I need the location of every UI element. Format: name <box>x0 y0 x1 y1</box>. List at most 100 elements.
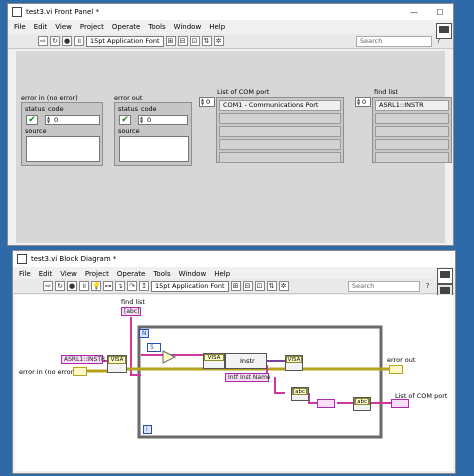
maximize-icon[interactable]: ☐ <box>427 4 453 20</box>
error-in-status-checkmark-icon[interactable]: ✔ <box>26 115 38 125</box>
cleanup-icon[interactable]: ✲ <box>278 281 289 291</box>
step-into-icon[interactable]: ↴ <box>115 281 125 291</box>
find-list-terminal-label: find list <box>121 298 145 306</box>
block-diagram-toolbar: ⇨ ↻ ● ॥ 💡 ⊶ ↴ ↷ ↥ 15pt Application Font … <box>13 279 455 294</box>
pause-icon[interactable]: ॥ <box>74 36 84 46</box>
com-list-terminal[interactable] <box>391 399 409 408</box>
menu-file[interactable]: File <box>15 270 35 278</box>
error-out-terminal[interactable] <box>389 365 403 374</box>
highlight-execution-icon[interactable]: 💡 <box>91 281 101 291</box>
align-objects-icon[interactable]: ⊞ <box>230 281 241 291</box>
reorder-icon[interactable]: ⇅ <box>266 281 277 291</box>
visa-close-node-label: VISA <box>286 356 302 363</box>
menu-operate[interactable]: Operate <box>108 23 144 31</box>
retain-wire-values-icon[interactable]: ⊶ <box>103 281 113 291</box>
front-panel-toolbar: ⇨ ↻ ● ॥ 15pt Application Font ⊞ ⊟ ⊡ ⇅ ✲ … <box>8 34 453 49</box>
loop-count-terminal[interactable]: N <box>139 329 149 338</box>
numeric-increment-icon[interactable]: ▲ ▼ <box>47 116 50 124</box>
abort-icon[interactable]: ● <box>62 36 72 46</box>
run-arrow-icon[interactable]: ⇨ <box>38 36 48 46</box>
constant-5[interactable]: 5 <box>147 343 161 352</box>
search-input[interactable]: Search <box>348 281 420 292</box>
menu-tools[interactable]: Tools <box>149 270 174 278</box>
error-out-cluster: status code ✔ ▲ ▼ 0 source <box>114 102 192 166</box>
error-out-code-label: code <box>141 105 157 113</box>
abort-icon[interactable]: ● <box>67 281 77 291</box>
find-list-index[interactable]: ▲ ▼ 0 <box>355 97 371 107</box>
menu-tools[interactable]: Tools <box>144 23 169 31</box>
error-in-source-field[interactable] <box>26 136 100 162</box>
cleanup-icon[interactable]: ✲ <box>213 36 224 46</box>
error-in-code-value: 0 <box>54 116 59 124</box>
menu-edit[interactable]: Edit <box>30 23 52 31</box>
step-over-icon[interactable]: ↷ <box>127 281 137 291</box>
menu-view[interactable]: View <box>56 270 81 278</box>
error-in-terminal-label: error in (no error) <box>19 368 76 376</box>
minimize-icon[interactable]: — <box>401 4 427 20</box>
search-input[interactable]: Search <box>356 36 432 47</box>
menu-view[interactable]: View <box>51 23 76 31</box>
resize-objects-icon[interactable]: ⊡ <box>254 281 265 291</box>
find-list-item <box>375 113 449 124</box>
font-select[interactable]: 15pt Application Font <box>151 280 229 292</box>
index-increment-icon[interactable]: ▲ ▼ <box>201 98 204 106</box>
menu-edit[interactable]: Edit <box>35 270 57 278</box>
font-select[interactable]: 15pt Application Font <box>86 35 164 47</box>
string-node-b[interactable]: [abc] <box>353 397 371 411</box>
menu-project[interactable]: Project <box>81 270 113 278</box>
find-list-array: ASRL1::INSTR <box>372 97 452 163</box>
error-out-code-value: 0 <box>147 116 152 124</box>
visa-open-node-label: VISA <box>204 354 224 361</box>
loop-iteration-terminal: i <box>143 425 152 434</box>
intf-inst-name-property[interactable]: Intf Inst Name <box>225 373 271 382</box>
labview-app-icon <box>12 7 22 17</box>
error-out-source-label: source <box>118 127 140 135</box>
distribute-objects-icon[interactable]: ⊟ <box>242 281 253 291</box>
menu-operate[interactable]: Operate <box>113 270 149 278</box>
visa-close-node[interactable]: VISA <box>285 355 303 371</box>
asrl-resource-constant[interactable]: ASRL1::INSTR <box>61 355 105 364</box>
com-list-index[interactable]: ▲ ▼ 0 <box>199 97 215 107</box>
error-in-code-field[interactable]: ▲ ▼ 0 <box>45 115 100 125</box>
find-list-terminal[interactable]: [abc] <box>121 307 141 316</box>
find-list-item <box>375 126 449 137</box>
front-panel-menubar: File Edit View Project Operate Tools Win… <box>8 20 453 34</box>
menu-project[interactable]: Project <box>76 23 108 31</box>
com-list-item <box>219 126 341 137</box>
pause-icon[interactable]: ॥ <box>79 281 89 291</box>
vi-icon[interactable] <box>437 268 453 284</box>
align-objects-icon[interactable]: ⊞ <box>165 36 176 46</box>
string-node-a[interactable]: [abc] <box>291 387 309 401</box>
error-in-cluster: status code ✔ ▲ ▼ 0 source <box>21 102 103 166</box>
instr-property-node[interactable]: Instr <box>225 353 267 369</box>
error-in-terminal[interactable] <box>73 367 87 376</box>
menu-help[interactable]: Help <box>205 23 229 31</box>
block-diagram-titlebar: test3.vi Block Diagram * <box>13 251 455 267</box>
index-increment-icon[interactable]: ▲ ▼ <box>357 98 360 106</box>
distribute-objects-icon[interactable]: ⊟ <box>177 36 188 46</box>
vi-icon[interactable] <box>436 23 452 39</box>
front-panel-canvas: error in (no error) status code ✔ ▲ ▼ 0 so… <box>16 51 452 243</box>
menu-window[interactable]: Window <box>170 23 206 31</box>
run-arrow-icon[interactable]: ⇨ <box>43 281 53 291</box>
com-list-item: COM1 - Communications Port <box>219 100 341 111</box>
empty-string-constant[interactable] <box>317 399 335 408</box>
visa-find-node[interactable]: VISA <box>107 355 127 373</box>
help-icon[interactable]: ? <box>423 281 432 292</box>
visa-open-node[interactable]: VISA <box>203 353 225 369</box>
string-node-a-label: [abc] <box>292 388 308 395</box>
menu-file[interactable]: File <box>10 23 30 31</box>
menu-help[interactable]: Help <box>210 270 234 278</box>
resize-objects-icon[interactable]: ⊡ <box>189 36 200 46</box>
find-list-item <box>375 139 449 150</box>
run-continuous-icon[interactable]: ↻ <box>50 36 60 46</box>
run-continuous-icon[interactable]: ↻ <box>55 281 65 291</box>
for-loop-frame <box>137 325 383 439</box>
compare-node-shape <box>162 350 177 364</box>
block-diagram-title: test3.vi Block Diagram * <box>31 255 117 263</box>
reorder-icon[interactable]: ⇅ <box>201 36 212 46</box>
error-out-code-field: ▲ ▼ 0 <box>138 115 188 125</box>
step-out-icon[interactable]: ↥ <box>139 281 149 291</box>
menu-window[interactable]: Window <box>175 270 211 278</box>
error-in-status-label: status <box>25 105 45 113</box>
